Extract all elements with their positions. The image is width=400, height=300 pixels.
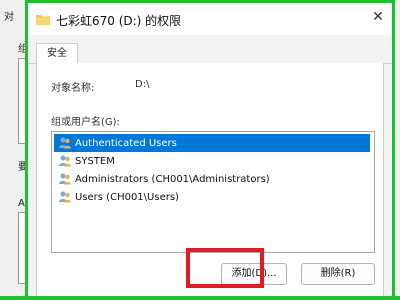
users-icon: [59, 173, 71, 185]
list-item[interactable]: SYSTEM: [54, 152, 115, 170]
users-listbox[interactable]: Authenticated Users SYSTEM Administrator…: [51, 131, 375, 253]
object-name-value: D:\: [135, 79, 150, 90]
users-icon: [59, 137, 71, 149]
list-item-label: Authenticated Users: [75, 137, 177, 149]
close-icon[interactable]: ✕: [370, 9, 386, 25]
group-users-label: 组或用户名(G):: [51, 117, 120, 128]
background-window-title: 对: [4, 12, 14, 23]
tab-strip: 安全: [28, 35, 392, 64]
users-icon: [59, 191, 71, 203]
list-item-label: Users (CH001\Users): [75, 191, 179, 203]
users-icon: [59, 155, 71, 167]
list-item[interactable]: Users (CH001\Users): [54, 188, 179, 206]
list-item[interactable]: Authenticated Users: [54, 134, 370, 152]
add-button-highlight: [186, 248, 264, 288]
folder-icon: [36, 15, 50, 25]
remove-button[interactable]: 删除(R): [301, 263, 375, 285]
tab-security[interactable]: 安全: [36, 43, 78, 64]
title-bar[interactable]: 七彩虹670 (D:) 的权限 ✕: [28, 3, 392, 35]
object-name-label: 对象名称:: [51, 83, 95, 94]
list-item[interactable]: Administrators (CH001\Administrators): [54, 170, 270, 188]
list-item-label: SYSTEM: [75, 155, 115, 167]
dialog-title: 七彩虹670 (D:) 的权限: [56, 14, 182, 28]
accent-border: [0, 296, 400, 300]
list-item-label: Administrators (CH001\Administrators): [75, 173, 270, 185]
